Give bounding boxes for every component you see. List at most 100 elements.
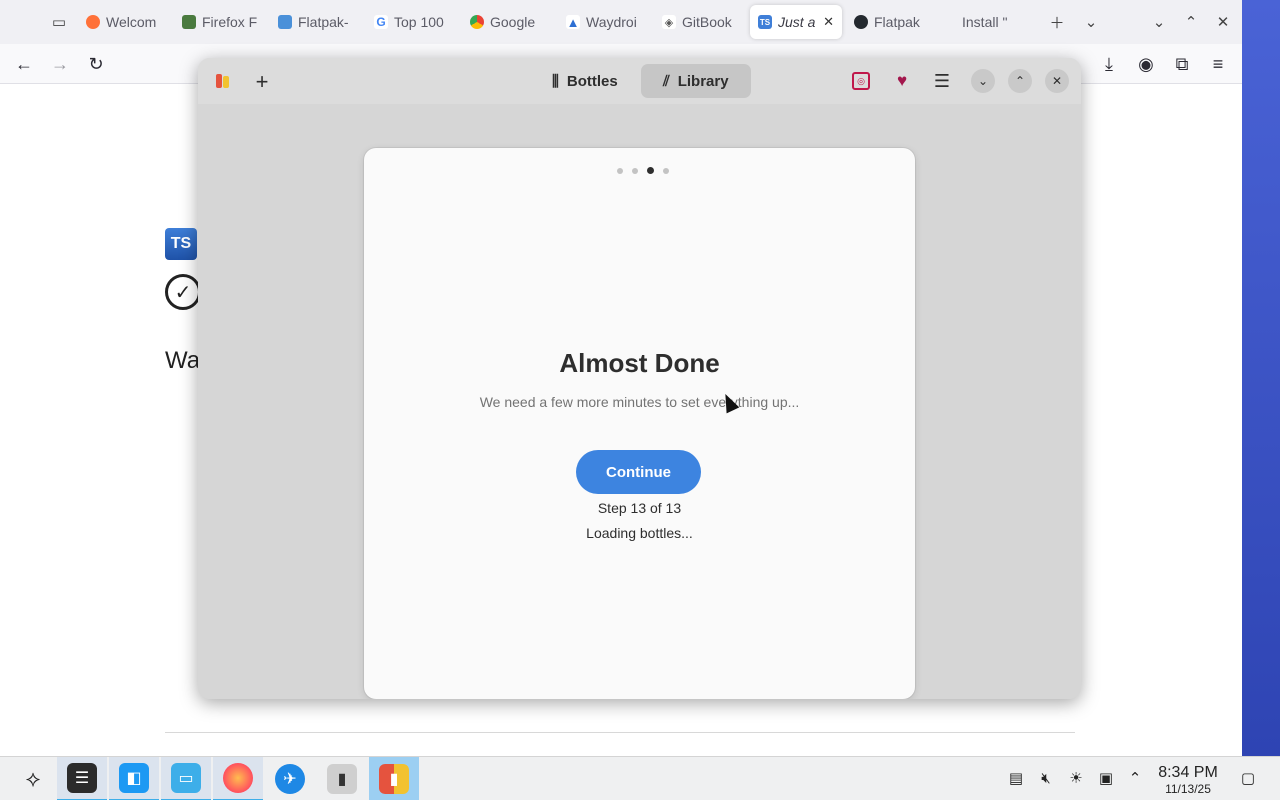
- tab-title: Welcom: [106, 14, 157, 30]
- tab-title: Just a: [778, 14, 816, 30]
- task-bottles[interactable]: ▮: [369, 757, 419, 800]
- add-bottle-button[interactable]: +: [250, 69, 274, 94]
- volume-muted-icon[interactable]: 🔇︎: [1035, 767, 1057, 789]
- launcher-icon: ⟡: [25, 766, 41, 791]
- clock-time[interactable]: 8:34 PM: [1152, 764, 1224, 782]
- hamburger-icon: ≡: [1212, 53, 1224, 74]
- carousel-dot[interactable]: [632, 167, 638, 174]
- reload-icon: ↻: [88, 53, 104, 74]
- hamburger-icon: ☰: [933, 70, 951, 91]
- tab-title: Flatpak-: [298, 14, 349, 30]
- google-g-icon: G: [374, 15, 388, 29]
- bottles-window: + ⫼ Bottles ⫽ Library ◎ ♥ ☰ ⌄ ⌃ ✕ Almost…: [198, 58, 1081, 699]
- tab[interactable]: Google: [462, 5, 554, 39]
- health-check-button[interactable]: ◎: [852, 72, 870, 90]
- clipboard-icon[interactable]: ▤: [1005, 767, 1027, 789]
- checkmark-icon: ✓: [165, 274, 201, 310]
- brightness-icon[interactable]: ☀: [1065, 767, 1087, 789]
- minimize-button[interactable]: ⌄: [971, 69, 995, 93]
- onboarding-dialog: Almost Done We need a few more minutes t…: [364, 148, 915, 699]
- carousel-dot-current[interactable]: [647, 167, 654, 174]
- chevron-up-icon: ⌃: [1014, 74, 1026, 88]
- new-tab-button[interactable]: ＋: [1042, 7, 1072, 37]
- chrome-icon: [470, 15, 484, 29]
- application-launcher[interactable]: ⟡: [8, 757, 58, 800]
- maximize-button[interactable]: ⌃: [1176, 7, 1206, 37]
- close-button[interactable]: ✕: [1045, 69, 1069, 93]
- loading-status: Loading bottles...: [586, 525, 693, 541]
- back-button[interactable]: ←: [10, 50, 38, 78]
- page-heading: Wa: [165, 347, 201, 374]
- gitbook-icon: ◈: [662, 15, 676, 29]
- tab-title: GitBook: [682, 14, 732, 30]
- chevron-down-icon: ⌄: [1084, 14, 1098, 31]
- account-icon: ◉: [1138, 53, 1154, 74]
- tab[interactable]: ◈ GitBook: [654, 5, 746, 39]
- tab-title: Top 100: [394, 14, 444, 30]
- bottles-content: Almost Done We need a few more minutes t…: [198, 104, 1081, 699]
- carousel-dot[interactable]: [617, 167, 623, 174]
- minimize-button[interactable]: ⌄: [1144, 7, 1174, 37]
- tab[interactable]: Install ": [942, 5, 1034, 39]
- continue-button[interactable]: Continue: [576, 450, 701, 494]
- close-window-button[interactable]: ✕: [1208, 7, 1238, 37]
- main-menu-button[interactable]: ☰: [931, 70, 953, 92]
- tab[interactable]: Flatpak-: [270, 5, 362, 39]
- waydroid-icon: ✈: [275, 764, 305, 794]
- chevron-down-icon: ⌄: [1152, 14, 1166, 31]
- tab-title: Install ": [962, 14, 1008, 30]
- settings-icon: ☰: [67, 763, 97, 793]
- tab[interactable]: Welcom: [78, 5, 170, 39]
- app-menu-button[interactable]: ≡: [1204, 50, 1232, 78]
- heart-icon: ♥: [896, 71, 908, 90]
- view-switch-library[interactable]: ⫽ Library: [641, 64, 751, 98]
- close-tab-icon[interactable]: ✕: [823, 14, 834, 30]
- list-all-tabs-button[interactable]: ▭: [44, 7, 74, 37]
- task-system-settings[interactable]: ☰: [57, 757, 107, 800]
- tab[interactable]: Firefox F: [174, 5, 266, 39]
- task-discover[interactable]: ◧: [109, 757, 159, 800]
- network-icon[interactable]: ▣: [1095, 767, 1117, 789]
- tab-title: Firefox F: [202, 14, 258, 30]
- close-icon: ✕: [1216, 14, 1230, 31]
- bottles-app-icon: [214, 72, 232, 90]
- tab-overflow-button[interactable]: ⌄: [1076, 7, 1106, 37]
- maximize-button[interactable]: ⌃: [1008, 69, 1032, 93]
- downloads-button[interactable]: ⤓: [1095, 50, 1123, 78]
- tab-active[interactable]: TS Just a ✕: [750, 5, 842, 39]
- view-switch-label: Bottles: [566, 72, 618, 90]
- tab-title: Flatpak: [874, 14, 920, 30]
- task-file-manager[interactable]: ▭: [161, 757, 211, 800]
- tab[interactable]: ▲ Waydroi: [558, 5, 650, 39]
- tab[interactable]: G Top 100: [366, 5, 458, 39]
- chevron-up-icon[interactable]: ⌃: [1124, 767, 1146, 789]
- plus-icon: +: [255, 69, 269, 94]
- view-switch-label: Library: [677, 72, 729, 90]
- arrow-right-icon: →: [51, 53, 69, 74]
- view-switch-bottles[interactable]: ⫼ Bottles: [530, 64, 640, 98]
- desktop-wallpaper: [1242, 0, 1280, 756]
- flatpak-icon: [278, 15, 292, 29]
- reload-button[interactable]: ↻: [82, 50, 110, 78]
- task-terminal[interactable]: ▮: [317, 757, 367, 800]
- chevron-down-icon: ⌄: [977, 74, 989, 88]
- account-button[interactable]: ◉: [1132, 50, 1160, 78]
- onboarding-subtitle: We need a few more minutes to set everyt…: [479, 394, 800, 410]
- carousel-dot[interactable]: [663, 167, 669, 174]
- firefox-icon: [86, 15, 100, 29]
- store-icon: ◧: [119, 763, 149, 793]
- task-waydroid[interactable]: ✈: [265, 757, 315, 800]
- ts-icon: TS: [758, 15, 772, 29]
- show-desktop-icon[interactable]: ▢: [1237, 767, 1259, 789]
- task-firefox[interactable]: [213, 757, 263, 800]
- tab[interactable]: Flatpak: [846, 5, 938, 39]
- close-icon: ✕: [1051, 74, 1063, 88]
- arrow-left-icon: ←: [15, 53, 33, 74]
- clock-date[interactable]: 11/13/25: [1152, 782, 1224, 796]
- forward-button[interactable]: →: [46, 50, 74, 78]
- donate-button[interactable]: ♥: [891, 70, 913, 92]
- extensions-button[interactable]: ⧉: [1168, 50, 1196, 78]
- health-icon: ◎: [857, 75, 865, 86]
- onboarding-title: Almost Done: [559, 348, 720, 378]
- waydroid-icon: ▲: [566, 14, 580, 30]
